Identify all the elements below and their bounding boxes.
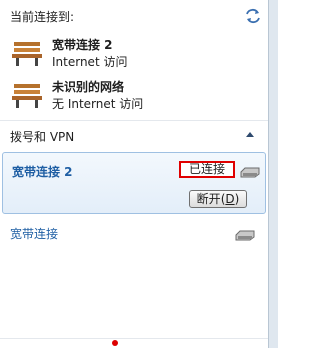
network-access: 无 Internet 访问 xyxy=(52,97,144,111)
disconnect-button[interactable]: 断开(D) xyxy=(189,190,247,208)
window-edge xyxy=(268,0,278,348)
modem-icon xyxy=(235,230,255,241)
network-item-broadband-2[interactable]: 宽带连接 2 Internet 访问 xyxy=(10,36,260,72)
disconnect-shortcut-key: D xyxy=(225,192,235,206)
disconnect-label: 断开 xyxy=(196,192,221,206)
connection-name: 宽带连接 2 xyxy=(12,165,73,179)
dialup-item-broadband-2[interactable]: 宽带连接 2 已连接 断开(D) xyxy=(2,152,266,214)
refresh-icon[interactable] xyxy=(244,8,262,24)
divider xyxy=(0,120,268,121)
modem-icon xyxy=(240,167,260,178)
dialup-item-broadband[interactable]: 宽带连接 xyxy=(10,225,58,242)
network-name: 宽带连接 2 xyxy=(52,38,113,52)
network-item-unidentified[interactable]: 未识别的网络 无 Internet 访问 xyxy=(10,78,260,114)
bench-network-icon xyxy=(12,84,42,108)
network-access: Internet 访问 xyxy=(52,55,128,69)
chevron-up-icon[interactable] xyxy=(246,131,254,137)
status-badge: 已连接 xyxy=(179,161,235,178)
bench-network-icon xyxy=(12,42,42,66)
partial-marker xyxy=(112,340,118,346)
current-connections-title: 当前连接到: xyxy=(10,10,75,24)
divider xyxy=(0,338,268,339)
network-name: 未识别的网络 xyxy=(52,80,125,94)
dialup-vpn-section-title: 拨号和 VPN xyxy=(10,130,75,144)
